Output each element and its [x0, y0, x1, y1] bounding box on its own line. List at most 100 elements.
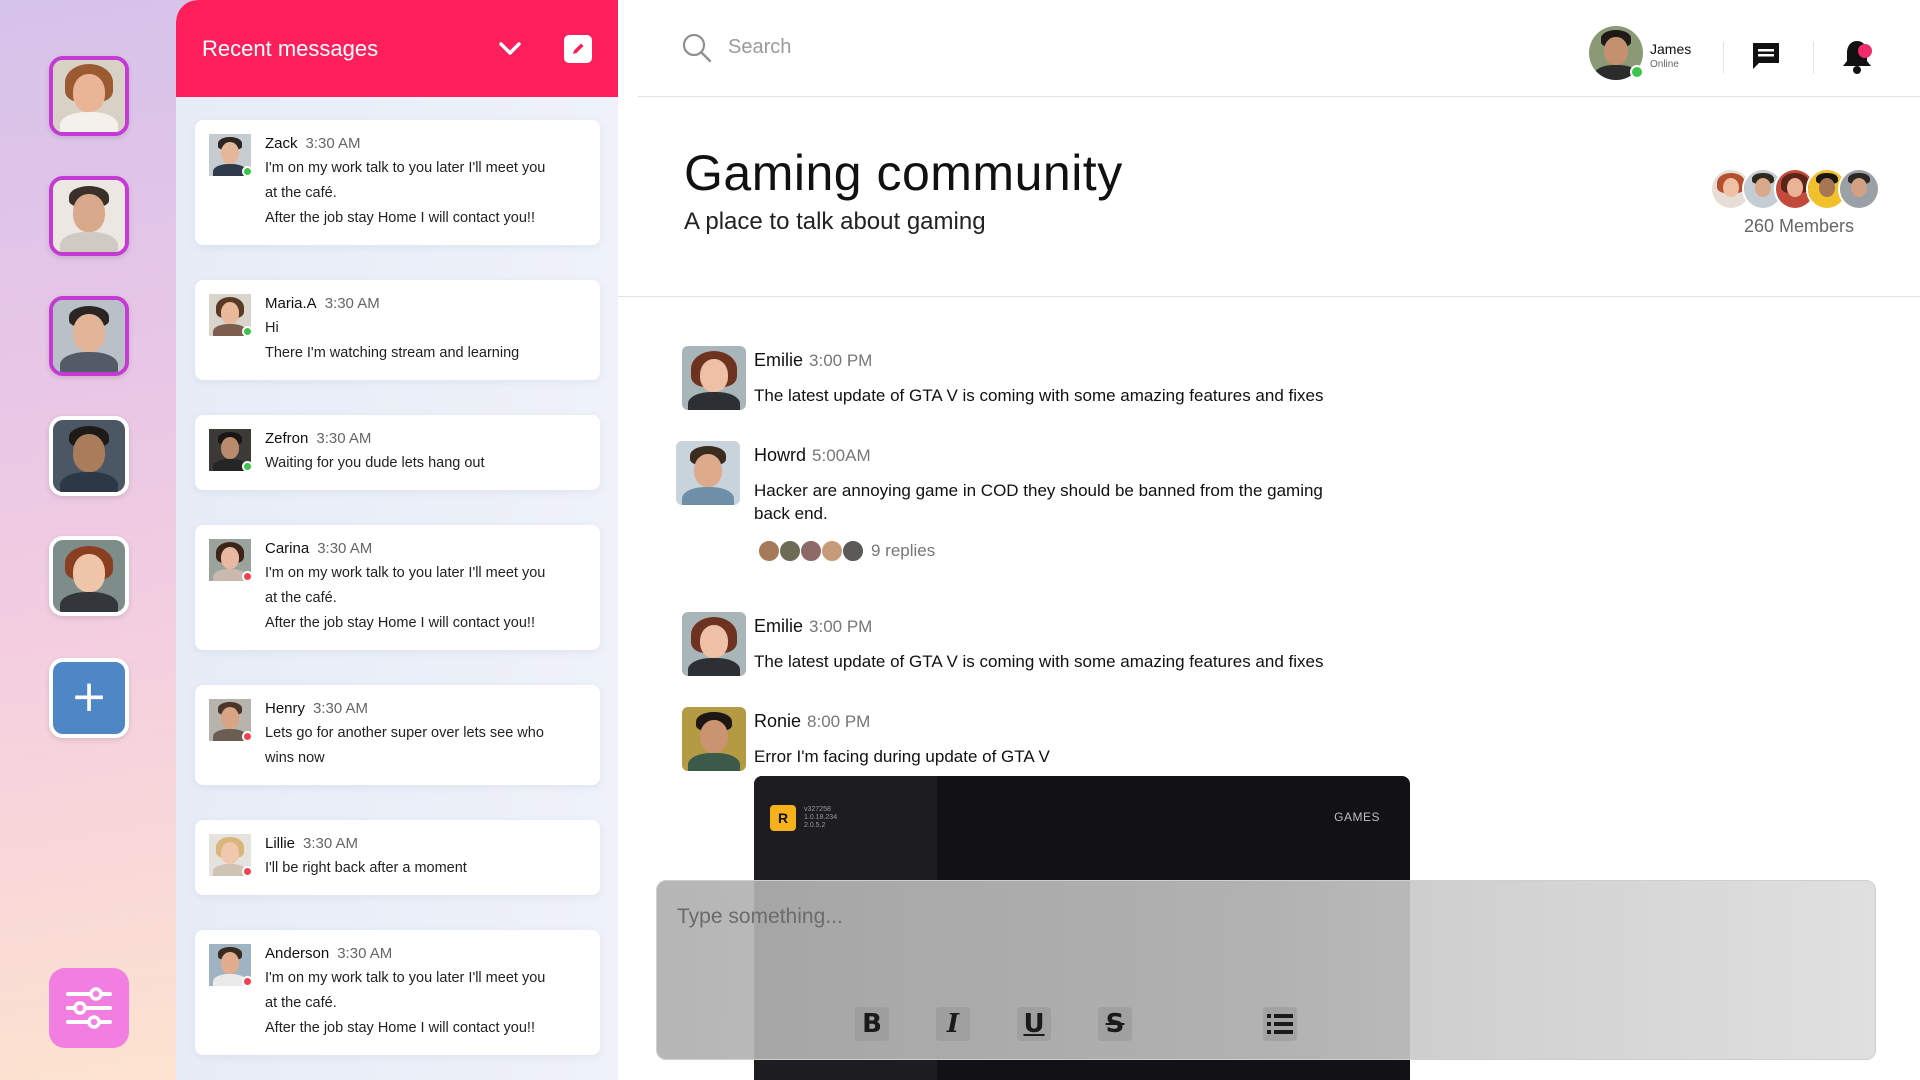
message-input[interactable]: Type something... [677, 905, 843, 929]
bell-icon[interactable] [1840, 38, 1874, 76]
list-button[interactable] [1263, 1007, 1297, 1041]
message-line: I'm on my work talk to you later I'll me… [265, 970, 546, 986]
reply-avatar [821, 540, 843, 562]
panel-title: Recent messages [202, 35, 379, 61]
reply-avatar [779, 540, 801, 562]
replies-count[interactable]: 9 replies [871, 541, 935, 561]
sender-name: Zefron [265, 430, 309, 447]
message-card[interactable]: Anderson 3:30 AM I'm on my work talk to y… [195, 930, 600, 1055]
server-avatar-4[interactable] [49, 416, 129, 496]
message-line: at the café. [265, 590, 337, 606]
message-text: Error I'm facing during update of GTA V [754, 747, 1050, 766]
message-line: at the café. [265, 185, 337, 201]
sender-name: Lillie [265, 835, 296, 852]
status-dot [242, 326, 253, 337]
members-count: 260 Members [1744, 216, 1855, 236]
message-time: 3:30 AM [316, 430, 372, 447]
message-line: I'm on my work talk to you later I'll me… [265, 565, 546, 581]
sender-name: Henry [265, 700, 306, 717]
sender-name: Carina [265, 540, 310, 557]
message-card[interactable]: Zack 3:30 AM I'm on my work talk to you l… [195, 120, 600, 245]
server-avatar-5[interactable] [49, 536, 129, 616]
avatar [682, 612, 746, 676]
status-dot [242, 461, 253, 472]
status-dot [242, 731, 253, 742]
message-time: 5:00AM [812, 446, 871, 465]
group-title: Gaming community [684, 145, 1123, 201]
message-card[interactable]: Maria.A 3:30 AM Hi There I'm watching str… [195, 280, 600, 380]
message-card[interactable]: Zefron 3:30 AM Waiting for you dude lets … [195, 415, 600, 490]
top-bar: Search James Online [638, 0, 1920, 97]
status-dot [242, 571, 253, 582]
sender-name: Emilie [754, 350, 804, 370]
version-info: v327258 1.0.18.234 2.0.5.2 [804, 806, 838, 829]
avatar [682, 707, 746, 771]
message-line: at the café. [265, 995, 337, 1011]
message-time: 3:30 AM [324, 295, 380, 312]
status-dot [242, 866, 253, 877]
message-card[interactable]: Lillie 3:30 AM I'll be right back after a… [195, 820, 600, 895]
message-line: After the job stay Home I will contact y… [265, 1020, 535, 1036]
message-time: 3:30 AM [313, 700, 369, 717]
message-card[interactable]: Henry 3:30 AM Lets go for another super o… [195, 685, 600, 785]
avatar [682, 346, 746, 410]
message-time: 8:00 PM [807, 712, 871, 731]
recent-messages-panel: Recent messages Zack 3:30 AM I'm on my wo… [176, 0, 618, 1080]
server-rail: + [0, 0, 200, 1080]
message-time: 3:00 PM [809, 617, 873, 636]
member-avatars[interactable] [1694, 168, 1880, 212]
message-time: 3:30 AM [303, 835, 359, 852]
message-line: Hi [265, 320, 279, 336]
plus-icon: + [70, 671, 108, 722]
message-line: Lets go for another super over lets see … [265, 725, 544, 741]
message-time: 3:30 AM [305, 135, 361, 152]
underline-button[interactable]: U [1017, 1007, 1051, 1041]
avatar [676, 441, 740, 505]
rockstar-logo: R [770, 805, 796, 831]
sender-name: Howrd [754, 445, 807, 465]
reply-avatar [842, 540, 864, 562]
online-status-dot [1630, 65, 1644, 79]
list-icon [1267, 1014, 1293, 1034]
user-name: James [1650, 41, 1692, 57]
message-time: 3:30 AM [317, 540, 373, 557]
chevron-down-icon[interactable] [490, 29, 530, 69]
message-line: There I'm watching stream and learning [265, 345, 520, 361]
divider [1723, 42, 1724, 74]
bold-button[interactable]: B [855, 1007, 889, 1041]
settings-button[interactable] [49, 968, 129, 1048]
server-avatar-1[interactable] [49, 56, 129, 136]
reply-avatar [758, 540, 780, 562]
member-avatar [1838, 168, 1880, 210]
edit-icon[interactable] [564, 34, 592, 63]
chat-icon[interactable] [1750, 40, 1782, 72]
server-avatar-2[interactable] [49, 176, 129, 256]
divider [1813, 42, 1814, 74]
sender-name: Anderson [265, 945, 330, 962]
message-line: wins now [265, 750, 325, 766]
sender-name: Ronie [754, 711, 802, 731]
message-text: Hacker are annoying game in COD they sho… [754, 481, 1323, 523]
message-line: After the job stay Home I will contact y… [265, 210, 535, 226]
message-card[interactable]: Carina 3:30 AM I'm on my work talk to you… [195, 525, 600, 650]
message-text: The latest update of GTA V is coming wit… [754, 652, 1324, 671]
server-avatar-3[interactable] [49, 296, 129, 376]
sender-name: Maria.A [265, 295, 317, 312]
status-dot [242, 166, 253, 177]
group-subtitle: A place to talk about gaming [684, 208, 986, 235]
games-label: GAMES [1334, 810, 1380, 824]
thread-replies[interactable]: 9 replies [758, 539, 935, 563]
status-dot [242, 976, 253, 987]
sliders-icon [66, 987, 112, 1029]
search-input[interactable]: Search [728, 36, 791, 59]
message-composer[interactable]: Type something... B I U S [656, 880, 1876, 1060]
group-header: Gaming community A place to talk about g… [618, 98, 1920, 297]
message-line: I'm on my work talk to you later I'll me… [265, 160, 546, 176]
search-icon[interactable] [682, 33, 712, 63]
panel-header: Recent messages [176, 0, 618, 97]
reply-avatar [800, 540, 822, 562]
add-server-button[interactable]: + [49, 658, 129, 738]
strikethrough-button[interactable]: S [1098, 1007, 1132, 1041]
message-line: Waiting for you dude lets hang out [265, 455, 485, 471]
italic-button[interactable]: I [936, 1007, 970, 1041]
